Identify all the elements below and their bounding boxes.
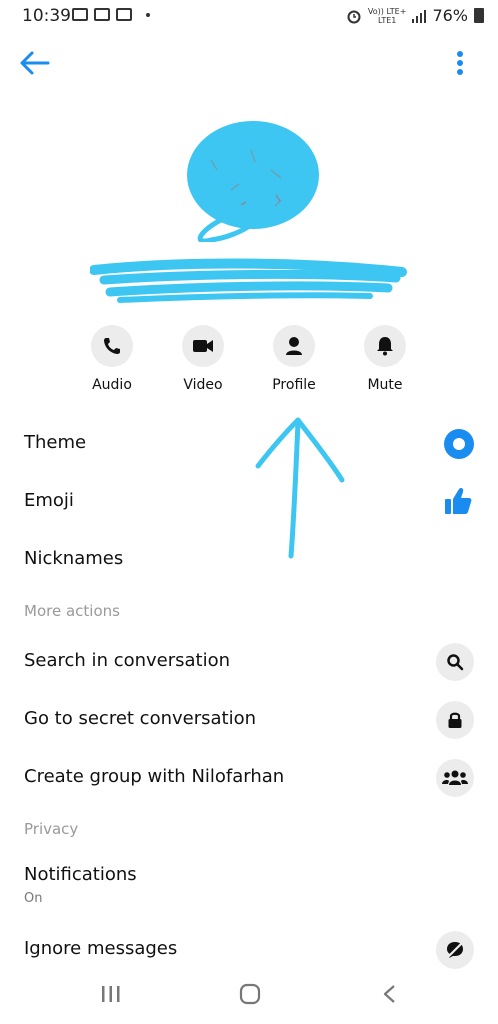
notifications-status: On [24, 891, 43, 906]
audio-circle [91, 325, 133, 367]
alarm-icon [347, 10, 361, 23]
search-in-conversation-label: Search in conversation [24, 650, 231, 671]
profile-button[interactable]: Profile [262, 325, 326, 393]
person-icon [286, 337, 302, 355]
back-button[interactable] [18, 48, 52, 78]
contact-name-redacted [90, 258, 407, 303]
battery-icon [474, 8, 484, 23]
bell-icon [377, 337, 393, 356]
youtube-icon [94, 8, 110, 21]
quick-actions: Audio Video Profile Mute [80, 325, 420, 405]
theme-label: Theme [24, 432, 87, 453]
more-options-button[interactable] [452, 48, 468, 78]
video-circle [182, 325, 224, 367]
group-icon-circle [436, 759, 474, 797]
create-group-label: Create group with Nilofarhan [24, 766, 285, 787]
group-icon [442, 770, 468, 785]
notification-icons [72, 8, 150, 21]
battery-percent: 76% [432, 6, 468, 25]
audio-label: Audio [92, 377, 132, 393]
status-bar: 10:39 Vo)) LTE+ LTE1 76% [0, 0, 498, 34]
more-actions-header: More actions [24, 602, 120, 620]
emoji-row[interactable]: Emoji [24, 488, 474, 516]
mute-button[interactable]: Mute [353, 325, 417, 393]
signal-icon [412, 9, 427, 23]
privacy-header: Privacy [24, 820, 79, 838]
video-label: Video [183, 377, 223, 393]
notifications-row[interactable]: Notifications On [24, 864, 474, 910]
gallery-icon [72, 8, 88, 21]
mute-circle [364, 325, 406, 367]
nicknames-row[interactable]: Nicknames [24, 548, 474, 574]
search-icon-circle [436, 643, 474, 681]
profile-circle [273, 325, 315, 367]
ignore-messages-row[interactable]: Ignore messages [24, 931, 474, 969]
thumbs-up-icon [445, 488, 472, 514]
ignore-icon-circle [436, 931, 474, 969]
theme-color-icon [444, 429, 474, 459]
create-group-row[interactable]: Create group with Nilofarhan [24, 759, 474, 797]
phone-icon [104, 338, 120, 354]
theme-row[interactable]: Theme [24, 429, 474, 459]
more-notifications-icon [146, 12, 150, 17]
search-in-conversation-row[interactable]: Search in conversation [24, 643, 474, 681]
back-arrow-icon [20, 51, 50, 75]
home-icon[interactable] [239, 983, 261, 1005]
mute-label: Mute [367, 377, 403, 393]
network-indicator: Vo)) LTE+ LTE1 [367, 6, 407, 25]
vertical-dots-icon [457, 51, 463, 75]
emoji-label: Emoji [24, 490, 74, 511]
video-call-button[interactable]: Video [171, 325, 235, 393]
system-nav-bar [0, 970, 498, 1024]
audio-call-button[interactable]: Audio [80, 325, 144, 393]
status-time: 10:39 [22, 6, 71, 26]
search-icon [447, 654, 464, 671]
ignore-messages-label: Ignore messages [24, 938, 178, 959]
lock-icon-circle [436, 701, 474, 739]
back-nav-icon[interactable] [382, 984, 396, 1004]
notifications-label: Notifications [24, 864, 137, 885]
secret-conversation-row[interactable]: Go to secret conversation [24, 701, 474, 739]
lock-icon [448, 712, 462, 728]
video-camera-icon [193, 340, 213, 352]
status-right: Vo)) LTE+ LTE1 76% [346, 6, 484, 25]
ignore-chat-icon [447, 942, 463, 958]
profile-avatar-redacted [187, 121, 319, 242]
profile-label: Profile [272, 377, 316, 393]
secret-conversation-label: Go to secret conversation [24, 708, 257, 729]
recent-apps-icon[interactable] [101, 985, 121, 1003]
wifi-icon [116, 8, 132, 21]
nicknames-label: Nicknames [24, 548, 124, 569]
